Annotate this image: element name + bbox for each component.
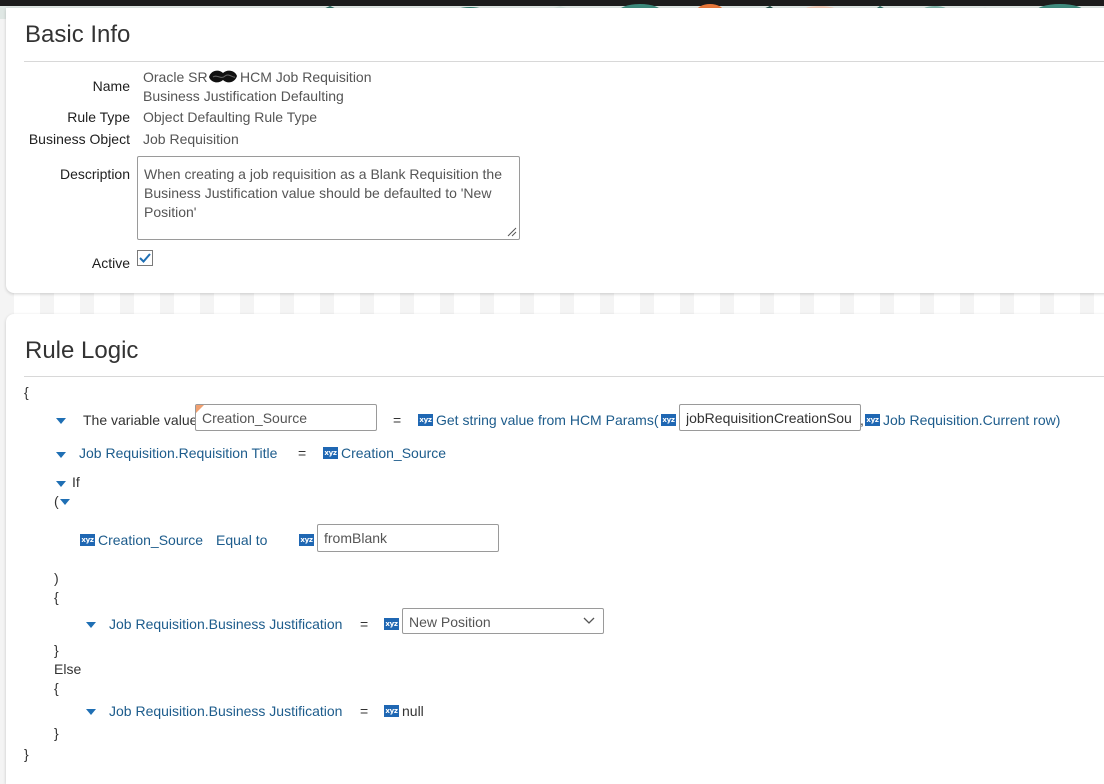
description-label: Description xyxy=(59,166,130,182)
rule-logic-title: Rule Logic xyxy=(25,337,139,364)
close-brace: } xyxy=(24,746,29,762)
triangle-down-icon[interactable] xyxy=(86,709,96,715)
open-paren: ( xyxy=(54,493,59,509)
condition-value-input[interactable] xyxy=(317,524,499,552)
xyz-type-icon: xyz xyxy=(299,534,314,546)
xyz-type-icon: xyz xyxy=(661,414,676,426)
chevron-down-icon xyxy=(583,617,595,624)
checkmark-icon xyxy=(139,253,151,263)
else-label: Else xyxy=(54,661,82,677)
triangle-down-icon[interactable] xyxy=(56,418,66,424)
then-value-select[interactable]: New Position xyxy=(402,608,604,634)
xyz-type-icon: xyz xyxy=(384,618,399,630)
equals-sign: = xyxy=(393,412,402,428)
basic-info-title: Basic Info xyxy=(25,21,131,48)
condition-left-link[interactable]: Creation_Source xyxy=(98,532,203,548)
description-textarea[interactable]: When creating a job requisition as a Bla… xyxy=(137,156,520,240)
then-open-brace: { xyxy=(54,589,59,605)
xyz-type-icon: xyz xyxy=(80,534,95,546)
business-object-value: Job Requisition xyxy=(143,131,239,147)
xyz-type-icon: xyz xyxy=(865,414,880,426)
redaction-scribble-icon xyxy=(209,70,237,83)
name-label: Name xyxy=(92,78,130,94)
name-value-line1b: HCM Job Requisition xyxy=(240,69,372,85)
else-value-text: null xyxy=(402,703,424,719)
variable-name-input[interactable] xyxy=(195,404,377,431)
rule-type-value: Object Defaulting Rule Type xyxy=(143,109,318,125)
param-input[interactable] xyxy=(679,404,861,431)
active-label: Active xyxy=(91,255,130,271)
rule-logic-divider xyxy=(24,376,1104,377)
open-brace: { xyxy=(24,384,29,400)
else-close-brace: } xyxy=(54,725,59,741)
close-paren: ) xyxy=(54,570,59,586)
if-label: If xyxy=(72,474,80,490)
else-target-link[interactable]: Job Requisition.Business Justification xyxy=(109,703,342,719)
equals-sign: = xyxy=(360,703,369,719)
basic-info-divider xyxy=(24,61,1104,62)
required-flag xyxy=(196,405,204,413)
xyz-type-icon: xyz xyxy=(418,414,433,426)
equals-sign: = xyxy=(298,445,307,461)
triangle-down-icon[interactable] xyxy=(60,499,70,505)
then-close-brace: } xyxy=(54,642,59,658)
active-checkbox[interactable] xyxy=(137,250,153,266)
variable-prefix-text: The variable value xyxy=(83,412,198,428)
current-row-link[interactable]: Job Requisition.Current row) xyxy=(883,412,1060,428)
equals-sign: = xyxy=(360,616,369,632)
basic-info-panel xyxy=(6,8,1104,293)
operator-link[interactable]: Equal to xyxy=(216,532,267,548)
xyz-type-icon: xyz xyxy=(384,705,399,717)
requisition-title-link[interactable]: Job Requisition.Requisition Title xyxy=(79,445,277,461)
function-link[interactable]: Get string value from HCM Params( xyxy=(436,412,659,428)
triangle-down-icon[interactable] xyxy=(86,622,96,628)
triangle-down-icon[interactable] xyxy=(56,452,66,458)
description-text: When creating a job requisition as a Bla… xyxy=(144,166,502,220)
then-target-link[interactable]: Job Requisition.Business Justification xyxy=(109,616,342,632)
triangle-down-icon[interactable] xyxy=(56,481,66,487)
then-value-text: New Position xyxy=(409,614,491,630)
comma: , xyxy=(860,412,864,428)
rule-type-label: Rule Type xyxy=(67,109,130,125)
creation-source-link[interactable]: Creation_Source xyxy=(341,445,446,461)
xyz-type-icon: xyz xyxy=(323,447,338,459)
name-value-line2: Business Justification Defaulting xyxy=(143,88,344,104)
resize-grip-icon[interactable] xyxy=(507,227,517,237)
name-value-line1: Oracle SR xyxy=(143,69,208,85)
else-open-brace: { xyxy=(54,680,59,696)
business-object-label: Business Object xyxy=(28,131,130,147)
